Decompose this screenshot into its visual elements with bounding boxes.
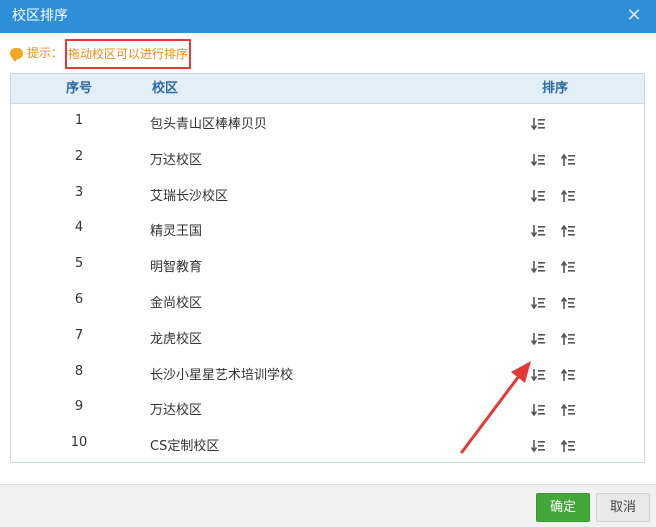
move-down-icon[interactable]: [530, 438, 546, 454]
row-sort-actions: [530, 223, 590, 239]
dialog-footer: 确定 取消: [0, 484, 656, 527]
table-row[interactable]: 4 精灵王国: [11, 211, 644, 247]
dialog-title: 校区排序: [12, 8, 68, 24]
move-up-icon[interactable]: [560, 188, 576, 204]
row-campus-name: 长沙小星星艺术培训学校: [150, 367, 294, 383]
move-down-icon[interactable]: [530, 295, 546, 311]
row-campus-name: 万达校区: [150, 403, 203, 419]
row-index: 6: [74, 291, 84, 307]
close-icon[interactable]: ✕: [624, 6, 644, 26]
move-down-icon[interactable]: [530, 223, 546, 239]
table-row[interactable]: 5 明智教育: [11, 247, 644, 283]
tip-message: 拖动校区可以进行排序: [65, 38, 192, 69]
move-up-icon[interactable]: [560, 259, 576, 275]
row-campus-name: 精灵王国: [150, 224, 203, 240]
row-index: 3: [74, 184, 84, 200]
row-sort-actions: [530, 116, 560, 132]
row-sort-actions: [530, 402, 590, 418]
row-campus-name: 包头青山区棒棒贝贝: [150, 117, 268, 132]
table-row[interactable]: 8 长沙小星星艺术培训学校: [11, 355, 644, 391]
table-row[interactable]: 3 艾瑞长沙校区: [11, 176, 644, 212]
speech-bubble-icon: [10, 47, 23, 62]
row-sort-actions: [530, 438, 590, 454]
cancel-button[interactable]: 取消: [596, 493, 650, 522]
move-down-icon[interactable]: [530, 116, 546, 132]
row-index: 2: [74, 148, 84, 164]
row-campus-name: 金尚校区: [150, 295, 203, 311]
header-index: 序号: [66, 81, 93, 96]
row-index: 5: [74, 256, 84, 272]
tip-bar: 提示： 拖动校区可以进行排序: [10, 38, 192, 69]
header-campus: 校区: [152, 81, 179, 96]
move-up-icon[interactable]: [560, 402, 576, 418]
row-campus-name: CS定制校区: [150, 439, 220, 455]
table-row[interactable]: 2 万达校区: [11, 140, 644, 176]
row-sort-actions: [530, 259, 590, 275]
row-campus-name: 万达校区: [150, 152, 203, 168]
row-index: 10: [70, 435, 88, 451]
confirm-button[interactable]: 确定: [536, 493, 590, 522]
row-index: 8: [74, 363, 84, 379]
move-up-icon[interactable]: [560, 438, 576, 454]
table-row[interactable]: 1 包头青山区棒棒贝贝: [11, 104, 644, 140]
row-sort-actions: [530, 367, 590, 383]
move-up-icon[interactable]: [560, 152, 576, 168]
move-down-icon[interactable]: [530, 188, 546, 204]
row-sort-actions: [530, 188, 590, 204]
row-sort-actions: [530, 152, 590, 168]
move-down-icon[interactable]: [530, 367, 546, 383]
dialog-titlebar: 校区排序 ✕: [0, 0, 656, 33]
row-index: 4: [74, 220, 84, 236]
table-row[interactable]: 6 金尚校区: [11, 283, 644, 319]
row-campus-name: 龙虎校区: [150, 331, 203, 347]
campus-sort-table: 序号 校区 排序 1 包头青山区棒棒贝贝 2 万达校区 3 艾瑞长沙校区 4 精灵王国 5 明智教…: [10, 73, 645, 463]
move-up-icon[interactable]: [560, 331, 576, 347]
row-campus-name: 艾瑞长沙校区: [150, 188, 229, 204]
table-row[interactable]: 9 万达校区: [11, 390, 644, 426]
row-index: 7: [74, 327, 84, 343]
move-up-icon[interactable]: [560, 295, 576, 311]
row-campus-name: 明智教育: [150, 260, 203, 276]
move-up-icon[interactable]: [560, 223, 576, 239]
tip-label: 提示：: [27, 46, 64, 60]
move-down-icon[interactable]: [530, 152, 546, 168]
table-row[interactable]: 10 CS定制校区: [11, 426, 644, 462]
row-sort-actions: [530, 331, 590, 347]
table-row[interactable]: 7 龙虎校区: [11, 319, 644, 355]
table-header: 序号 校区 排序: [11, 74, 644, 104]
row-sort-actions: [530, 295, 590, 311]
row-index: 9: [74, 399, 84, 415]
row-index: 1: [74, 113, 84, 128]
header-sort: 排序: [542, 81, 569, 96]
move-down-icon[interactable]: [530, 331, 546, 347]
move-down-icon[interactable]: [530, 402, 546, 418]
move-up-icon[interactable]: [560, 367, 576, 383]
table-body: 1 包头青山区棒棒贝贝 2 万达校区 3 艾瑞长沙校区 4 精灵王国 5 明智教育 6 金尚校区 7 龙虎…: [11, 104, 644, 462]
move-down-icon[interactable]: [530, 259, 546, 275]
